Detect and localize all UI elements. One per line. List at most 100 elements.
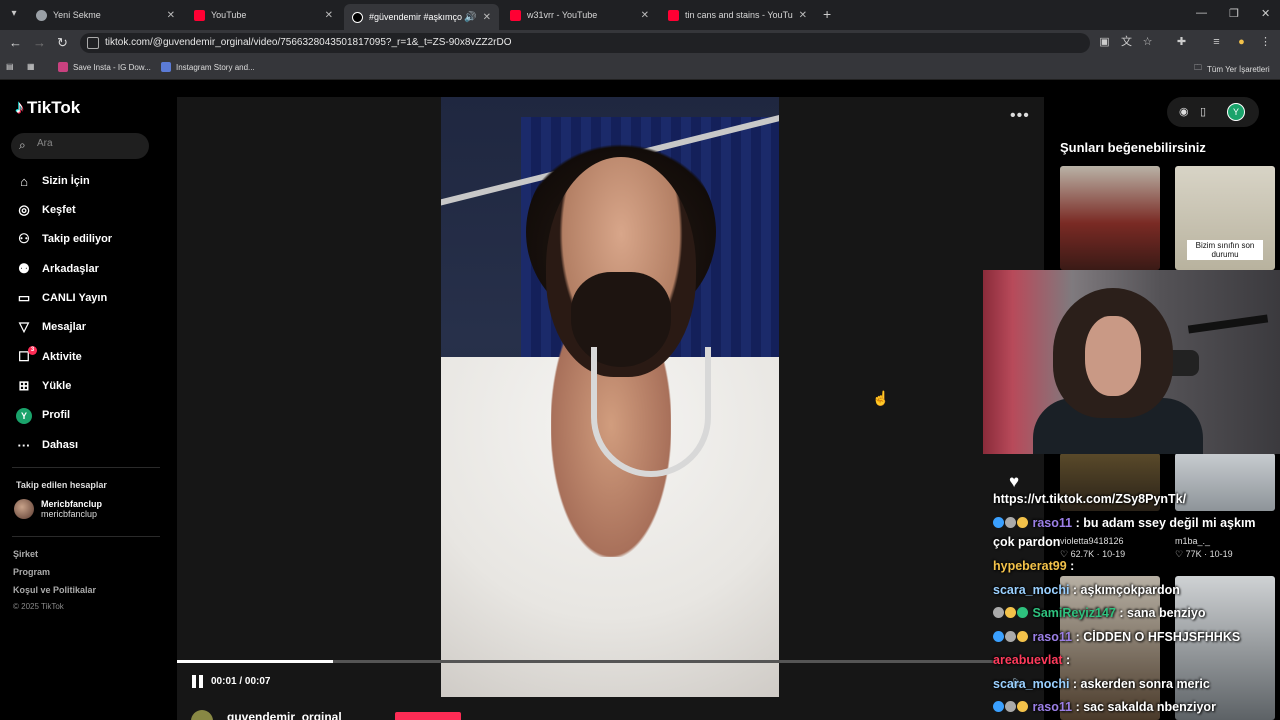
chat-message-continued: çok pardon [993,535,1061,549]
tab-youtube[interactable]: YouTube ✕ [186,4,341,26]
tiktok-page: ♪ TikTok ⌕ ⌂ Sizin İçin ◎ Keşfet ⚇ Takip… [0,81,1280,720]
more-options-icon[interactable]: ••• [1010,107,1030,125]
sidebar-item-profile[interactable]: Y Profil [15,405,70,425]
sidebar-item-following[interactable]: ⚇ Takip ediliyor [15,229,112,249]
recommended-video-thumbnail[interactable]: Bizim sınıfın son durumu [1175,166,1275,270]
chat-user: hypeberat99 [993,559,1067,573]
bookmark-instagram-story[interactable]: Instagram Story and... [161,62,255,72]
close-icon[interactable]: ✕ [641,10,649,21]
sidebar-item-label: Mesajlar [42,321,87,333]
author-name[interactable]: guvendemir_orginal [227,710,342,720]
youtube-icon [510,9,521,21]
pause-icon[interactable] [192,675,204,688]
followed-account-handle: mericbfanclup [41,509,98,519]
followed-account-item[interactable]: Mericbfanclup mericbfanclup [14,499,102,519]
window-close-icon[interactable]: ✕ [1261,7,1270,20]
restore-icon[interactable]: ❐ [1229,7,1239,20]
tab-tiktok[interactable]: #güvendemir #aşkımçokpa 🔊 ✕ [344,4,499,30]
recommended-user[interactable]: violetta9418126 [1060,536,1124,546]
youtube-icon [668,9,679,21]
tiktok-logo[interactable]: ♪ TikTok [15,97,80,118]
badge-icon [993,517,1004,528]
messages-icon: ▽ [19,319,29,334]
sidebar-item-friends[interactable]: ⚉ Arkadaşlar [15,259,99,279]
tab-title: w31vrr - YouTube [527,10,598,20]
sidebar-item-activity[interactable]: ☐ 3 Aktivite [15,346,82,367]
bookmark-label: Save Insta - IG Dow... [73,62,151,72]
address-bar[interactable]: tiktok.com/@guvendemir_orginal/video/756… [80,33,1090,53]
logo-text: TikTok [27,97,81,117]
tab-w31vrr[interactable]: w31vrr - YouTube ✕ [502,4,657,26]
sidebar-item-label: Dahası [42,439,79,451]
search-input[interactable] [37,138,137,149]
site-info-icon[interactable] [87,37,99,49]
footer-link-company[interactable]: Şirket [13,549,38,559]
minimize-icon[interactable]: — [1196,7,1207,19]
tab-tin-cans[interactable]: tin cans and stains - YouTube ✕ [660,4,815,26]
video-player[interactable]: ••• 00:01 / 00:07 🔈 [177,97,1044,720]
footer-link-program[interactable]: Program [13,567,50,577]
reload-icon[interactable]: ↻ [57,35,68,51]
sidebar-item-for-you[interactable]: ⌂ Sizin İçin [15,171,90,191]
close-icon[interactable]: ✕ [799,10,807,21]
back-icon[interactable]: ← [9,35,22,50]
screenshot-icon[interactable]: ▣ [1098,36,1111,49]
close-icon[interactable]: ✕ [325,10,333,21]
recommended-user[interactable]: m1ba_._ [1175,536,1210,546]
recommended-video-thumbnail[interactable] [1175,576,1275,720]
recommended-video-thumbnail[interactable] [1060,166,1160,270]
recommended-video-thumbnail[interactable] [1060,576,1160,720]
new-tab-icon[interactable]: + [823,6,831,22]
chat-user: SamiReyiz147 [1032,606,1116,620]
badge-icon [1017,631,1028,642]
sidebar-item-label: Yükle [42,380,72,392]
sidebar-item-label: CANLI Yayın [42,292,108,304]
device-icon[interactable]: ▯ [1200,105,1206,118]
sidebar-divider [12,536,160,537]
browser-menu-icon[interactable]: ⋮ [1259,36,1272,49]
badge-icon [1017,701,1028,712]
post-date: 10-19 [1209,549,1233,559]
more-icon: ··· [17,437,31,453]
footer-link-terms[interactable]: Koşul ve Politikalar [13,585,96,595]
bookmark-icon [58,62,68,72]
chat-message: raso11 : sac sakalda nbenziyor [993,700,1216,714]
profile-avatar: Y [15,407,33,424]
reading-list-icon[interactable]: ≡ [1210,36,1223,49]
bookmark-save-insta[interactable]: Save Insta - IG Dow... [58,62,151,72]
user-avatar[interactable]: Y [1227,103,1245,121]
video-frame[interactable] [441,97,779,697]
sidebar-item-live[interactable]: ▭ CANLI Yayın [15,288,107,308]
follow-button[interactable] [395,712,461,720]
author-avatar[interactable] [191,710,213,720]
sidebar-item-explore[interactable]: ◎ Keşfet [15,200,75,220]
tab-new-tab[interactable]: Yeni Sekme ✕ [28,4,183,26]
speaker-icon[interactable]: 🔊 [464,12,476,23]
forward-icon[interactable]: → [33,35,46,50]
coins-icon[interactable]: ◉ [1179,105,1189,118]
recommended-video-thumbnail[interactable] [1175,453,1275,511]
sidebar-toggle-icon[interactable]: ▤ [6,62,14,71]
like-icon[interactable]: ♥ [1009,472,1019,492]
chat-message: hypeberat99 : [993,559,1074,573]
compass-icon: ◎ [18,202,30,217]
translate-icon[interactable]: 文 [1120,36,1133,49]
tab-search-icon[interactable]: ▾ [6,6,22,22]
sidebar-item-more[interactable]: ··· Dahası [15,435,79,455]
close-icon[interactable]: ✕ [167,10,175,21]
extensions-icon[interactable]: ✚ [1175,36,1188,49]
close-icon[interactable]: ✕ [483,12,491,23]
apps-icon[interactable]: ▦ [27,62,35,71]
all-bookmarks[interactable]: 🗀 Tüm Yer İşaretleri [1194,62,1270,76]
top-right-actions: ◉ ▯ Y [1167,97,1259,127]
sidebar-item-messages[interactable]: ▽ Mesajlar [15,317,86,337]
bookmark-star-icon[interactable]: ☆ [1141,36,1154,49]
progress-bar[interactable] [177,660,997,663]
tab-title: Yeni Sekme [53,10,101,20]
browser-tab-bar: ▾ Yeni Sekme ✕ YouTube ✕ #güvendemir #aş… [0,0,1280,30]
sidebar-item-label: Profil [42,409,71,421]
extension-icon[interactable]: ● [1235,36,1248,49]
video-time: 00:01 / 00:07 [211,676,271,687]
search-box[interactable]: ⌕ [11,133,149,159]
sidebar-item-upload[interactable]: ⊞ Yükle [15,376,72,396]
